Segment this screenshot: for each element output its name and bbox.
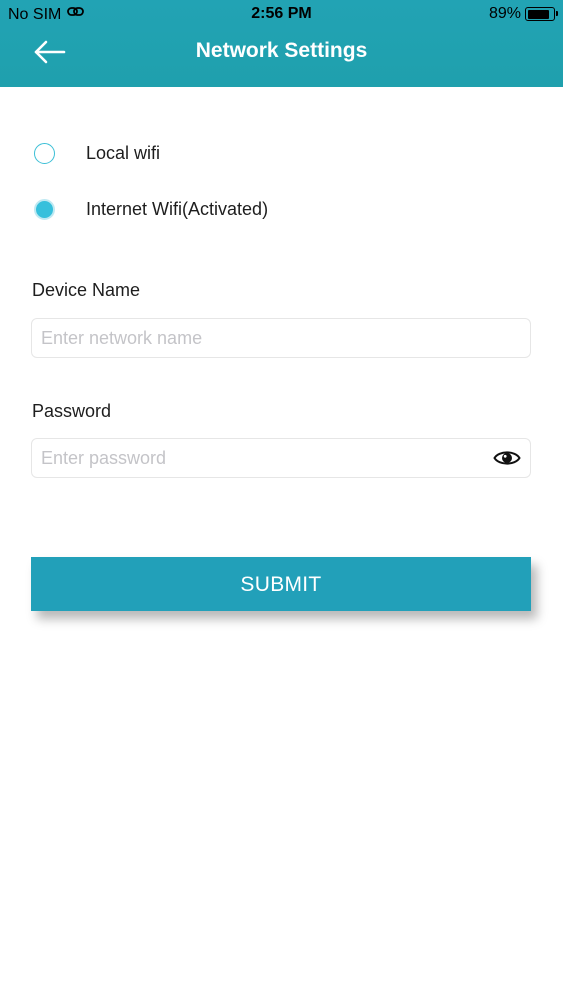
network-settings-screen: No SIM 2:56 PM 89% Network Settings Loca… — [0, 0, 563, 1000]
battery-fill — [527, 9, 549, 19]
radio-button-internet-wifi[interactable] — [34, 199, 55, 220]
device-name-field — [31, 318, 531, 358]
header: No SIM 2:56 PM 89% Network Settings — [0, 0, 563, 87]
status-time: 2:56 PM — [251, 5, 312, 22]
eye-icon — [493, 451, 521, 465]
show-password-button[interactable] — [493, 447, 521, 469]
password-input[interactable] — [41, 439, 481, 477]
submit-button[interactable]: SUBMIT — [31, 557, 531, 611]
battery-icon — [525, 7, 558, 21]
battery-percent: 89% — [488, 5, 521, 22]
device-name-label: Device Name — [32, 280, 141, 300]
status-bar: No SIM 2:56 PM 89% — [0, 0, 563, 30]
password-label: Password — [32, 401, 112, 421]
page-title: Network Settings — [195, 39, 368, 62]
nav-bar: Network Settings — [0, 30, 563, 74]
radio-button-local-wifi[interactable] — [34, 143, 55, 164]
password-field — [31, 438, 531, 478]
radio-label-local-wifi: Local wifi — [86, 143, 161, 163]
radio-label-internet-wifi: Internet Wifi(Activated) — [86, 199, 269, 219]
device-name-input[interactable] — [41, 319, 481, 357]
status-right: 89% — [488, 5, 558, 23]
radio-option-local-wifi[interactable]: Local wifi — [34, 143, 160, 164]
radio-option-internet-wifi[interactable]: Internet Wifi(Activated) — [34, 199, 268, 220]
